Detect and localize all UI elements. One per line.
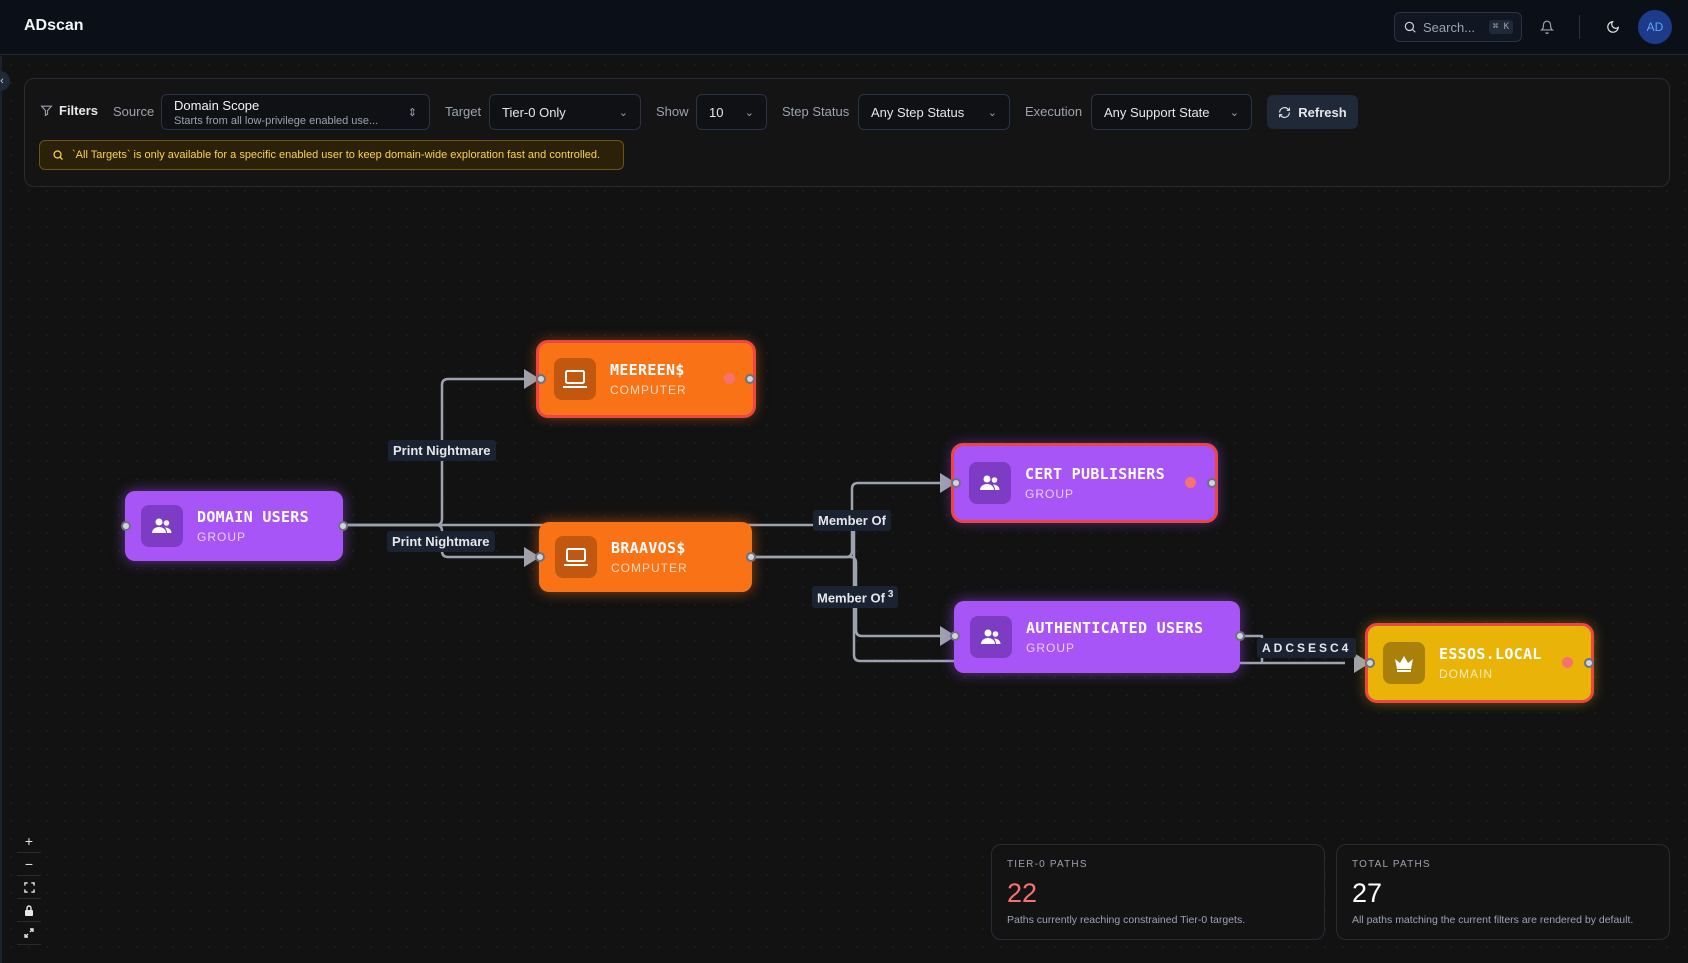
node-handle[interactable] (338, 521, 348, 531)
node-handle[interactable] (536, 374, 546, 384)
laptop-icon (555, 536, 597, 578)
node-braavos[interactable]: BRAAVOS$ COMPUTER (539, 522, 752, 592)
node-essos-local[interactable]: ESSOS.LOCAL DOMAIN (1365, 623, 1594, 703)
stat-label: TOTAL PATHS (1352, 859, 1431, 870)
node-meereen[interactable]: MEEREEN$ COMPUTER (536, 340, 756, 418)
fit-view-button[interactable] (17, 876, 41, 899)
node-handle[interactable] (951, 478, 961, 488)
node-handle[interactable] (1235, 631, 1245, 641)
node-handle[interactable] (1584, 658, 1594, 668)
stat-value: 22 (1007, 878, 1038, 908)
zoom-in-button[interactable]: + (17, 830, 41, 853)
tier0-paths-card: TIER-0 PATHS 22 Paths currently reaching… (991, 844, 1325, 940)
plus-icon: + (24, 833, 34, 849)
crown-icon (1383, 642, 1425, 684)
expand-icon (24, 928, 34, 938)
edge-label-print-nightmare[interactable]: Print Nightmare (388, 440, 496, 461)
node-handle[interactable] (1207, 478, 1217, 488)
node-name: DOMAIN USERS (197, 508, 309, 526)
node-authenticated-users[interactable]: AUTHENTICATED USERS GROUP (954, 601, 1240, 673)
lock-icon (25, 904, 33, 916)
minus-icon: − (24, 856, 34, 872)
users-icon (969, 462, 1011, 504)
node-handle[interactable] (746, 552, 756, 562)
node-type: COMPUTER (611, 561, 688, 575)
node-name: AUTHENTICATED USERS (1026, 619, 1204, 637)
member-of-count: 3 (887, 589, 894, 600)
stat-value: 27 (1352, 878, 1383, 908)
node-type: DOMAIN (1439, 667, 1493, 681)
node-handle[interactable] (1365, 658, 1375, 668)
stat-label: TIER-0 PATHS (1007, 859, 1088, 870)
member-of-text: Member Of (817, 590, 885, 606)
node-type: COMPUTER (610, 383, 687, 397)
stat-description: Paths currently reaching constrained Tie… (1007, 914, 1246, 926)
node-handle[interactable] (950, 631, 960, 641)
node-name: BRAAVOS$ (611, 539, 686, 557)
lock-button[interactable] (17, 899, 41, 922)
node-name: MEEREEN$ (610, 361, 685, 379)
node-type: GROUP (197, 530, 247, 544)
target-indicator (724, 373, 735, 384)
target-indicator (1562, 657, 1573, 668)
zoom-out-button[interactable]: − (17, 853, 41, 876)
node-handle[interactable] (745, 374, 755, 384)
edge-label-adcs-esc4[interactable]: ADCSESC4 (1257, 638, 1357, 658)
node-name: ESSOS.LOCAL (1439, 645, 1542, 663)
edge-label-member-of[interactable]: Member Of (813, 510, 891, 531)
fit-view-icon (23, 881, 35, 893)
edge-label-member-of[interactable]: Member Of 3 (812, 586, 899, 609)
node-handle[interactable] (121, 521, 131, 531)
node-type: GROUP (1025, 487, 1075, 501)
node-cert-publishers[interactable]: CERT PUBLISHERS GROUP (951, 443, 1218, 523)
graph-edges (342, 369, 1370, 673)
node-handle[interactable] (535, 552, 545, 562)
node-type: GROUP (1026, 641, 1076, 655)
stat-description: All paths matching the current filters a… (1352, 914, 1634, 926)
total-paths-card: TOTAL PATHS 27 All paths matching the cu… (1336, 844, 1670, 940)
node-domain-users[interactable]: DOMAIN USERS GROUP (125, 491, 343, 561)
fullscreen-button[interactable] (17, 922, 41, 945)
target-indicator (1185, 477, 1196, 488)
users-icon (141, 505, 183, 547)
laptop-icon (554, 358, 596, 400)
node-name: CERT PUBLISHERS (1025, 465, 1165, 483)
edge-label-print-nightmare[interactable]: Print Nightmare (387, 531, 495, 552)
zoom-controls: + − (17, 830, 41, 945)
users-icon (970, 616, 1012, 658)
